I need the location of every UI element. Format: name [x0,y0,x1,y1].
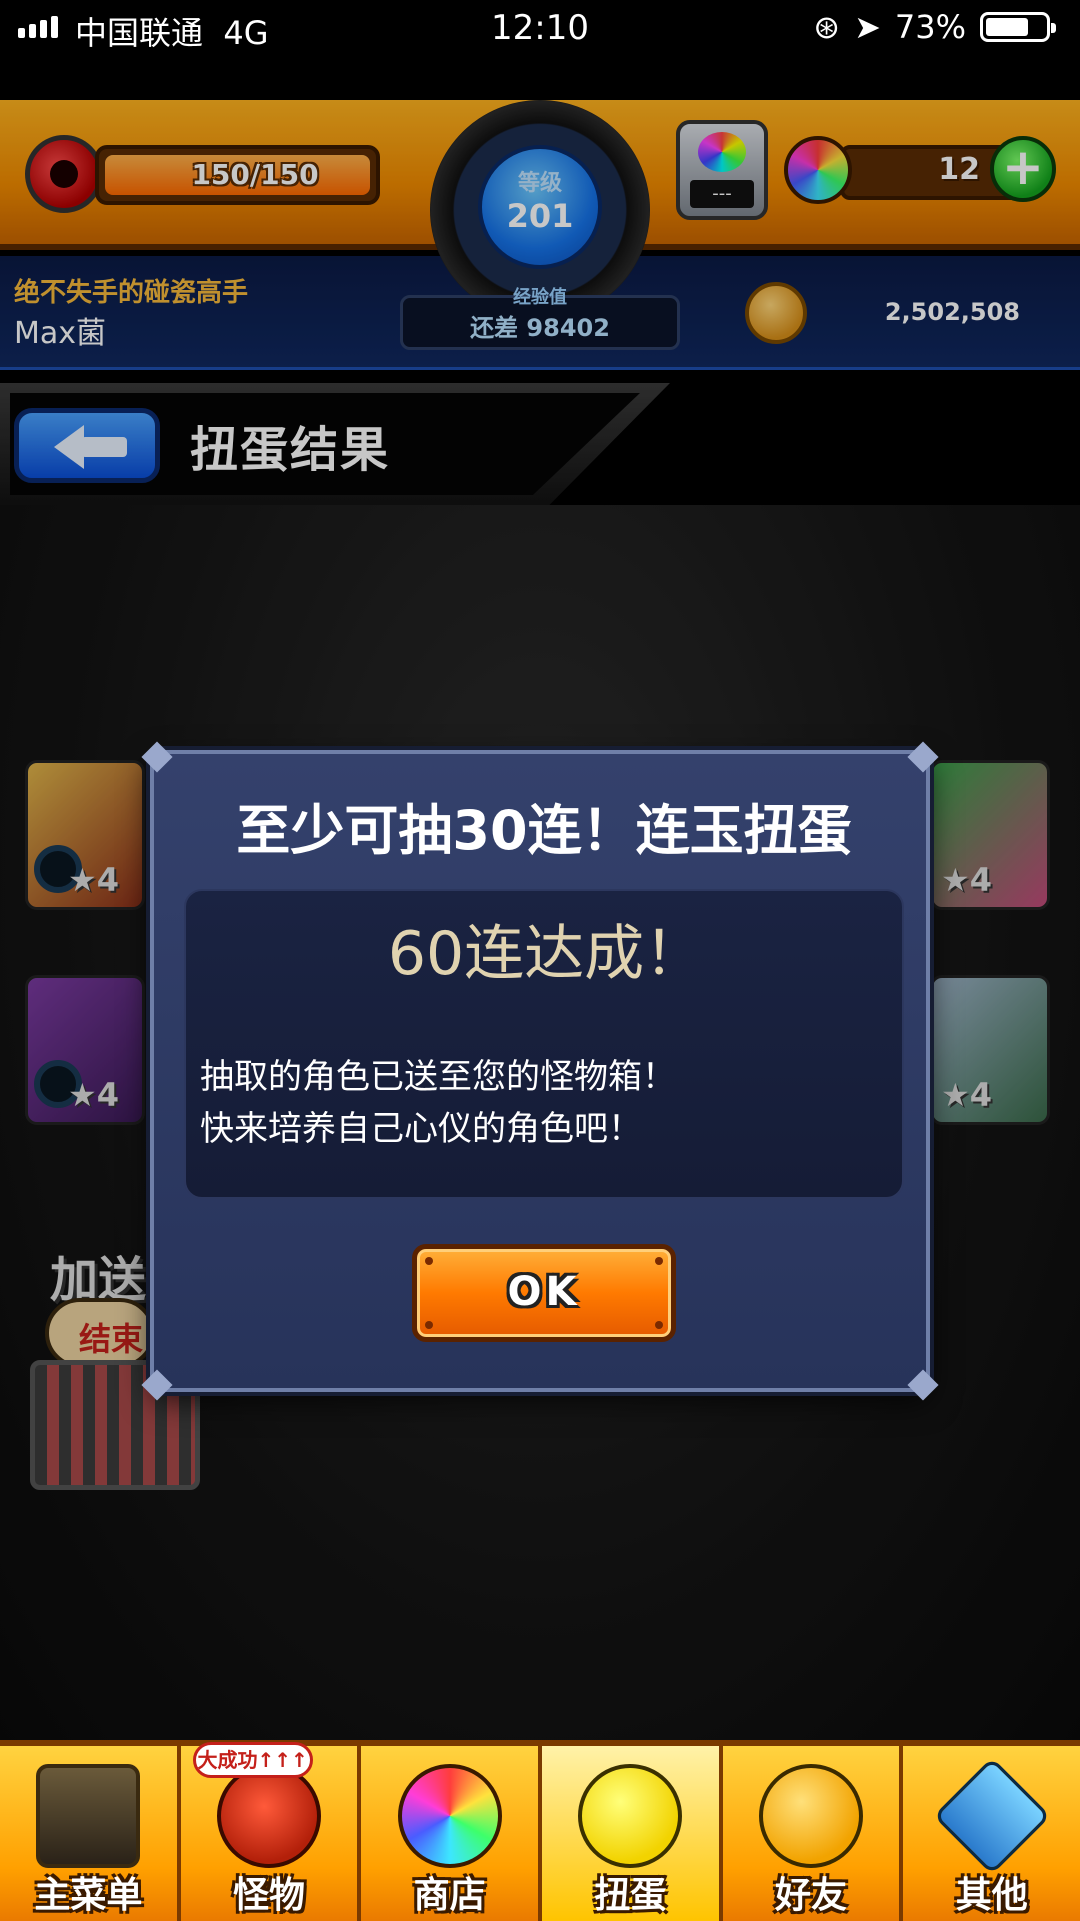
battery-fill [986,18,1029,36]
dialog-line-2: 快来培养自己心仪的角色吧！ [200,1109,642,1149]
battery-icon [980,12,1056,42]
nav-shop[interactable]: 商店 [361,1746,543,1921]
orb-icon [397,1764,502,1868]
status-right: ⊛ ➤ 73% [813,8,1056,46]
nav-label: 扭蛋 [594,1875,667,1916]
nav-monsters[interactable]: 大成功↑↑↑ 怪物 [180,1742,362,1921]
dialog-title: 至少可抽30连！连玉扭蛋 [236,799,852,862]
friends-icon [759,1764,864,1868]
dialog-line-1: 抽取的角色已送至您的怪物箱！ [200,1057,676,1097]
gate-icon [36,1764,141,1868]
ok-button[interactable]: OK [412,1244,676,1342]
nav-badge: 大成功↑↑↑ [192,1742,313,1778]
result-dialog: 至少可抽30连！连玉扭蛋 60连达成！ 抽取的角色已送至您的怪物箱！ 快来培养自… [141,741,939,1401]
status-bar: 中国联通 4G 12:10 ⊛ ➤ 73% [0,0,1080,60]
nav-main-menu[interactable]: 主菜单 [0,1746,181,1921]
nav-other[interactable]: 其他 [903,1746,1080,1921]
ok-button-label: OK [507,1269,581,1315]
bottom-nav: 主菜单 大成功↑↑↑ 怪物 商店 扭蛋 好友 其他 [0,1740,1080,1921]
nav-label: 商店 [413,1875,486,1916]
rotation-lock-icon: ⊛ [813,8,841,46]
egg-icon [578,1764,683,1868]
nav-label: 主菜单 [34,1875,143,1916]
settings-icon [932,1757,1051,1875]
battery-percent: 73% [894,8,966,46]
nav-label: 其他 [955,1875,1028,1916]
location-icon: ➤ [854,8,881,46]
nav-label: 怪物 [233,1875,306,1916]
dialog-message-panel: 60连达成！ 抽取的角色已送至您的怪物箱！ 快来培养自己心仪的角色吧！ [184,889,904,1199]
nav-friends[interactable]: 好友 [722,1746,904,1921]
dialog-headline: 60连达成！ [387,919,705,989]
dialog-body: 抽取的角色已送至您的怪物箱！ 快来培养自己心仪的角色吧！ [200,1051,890,1155]
nav-gacha[interactable]: 扭蛋 [542,1746,723,1921]
nav-label: 好友 [775,1875,848,1916]
monster-icon [217,1764,321,1868]
